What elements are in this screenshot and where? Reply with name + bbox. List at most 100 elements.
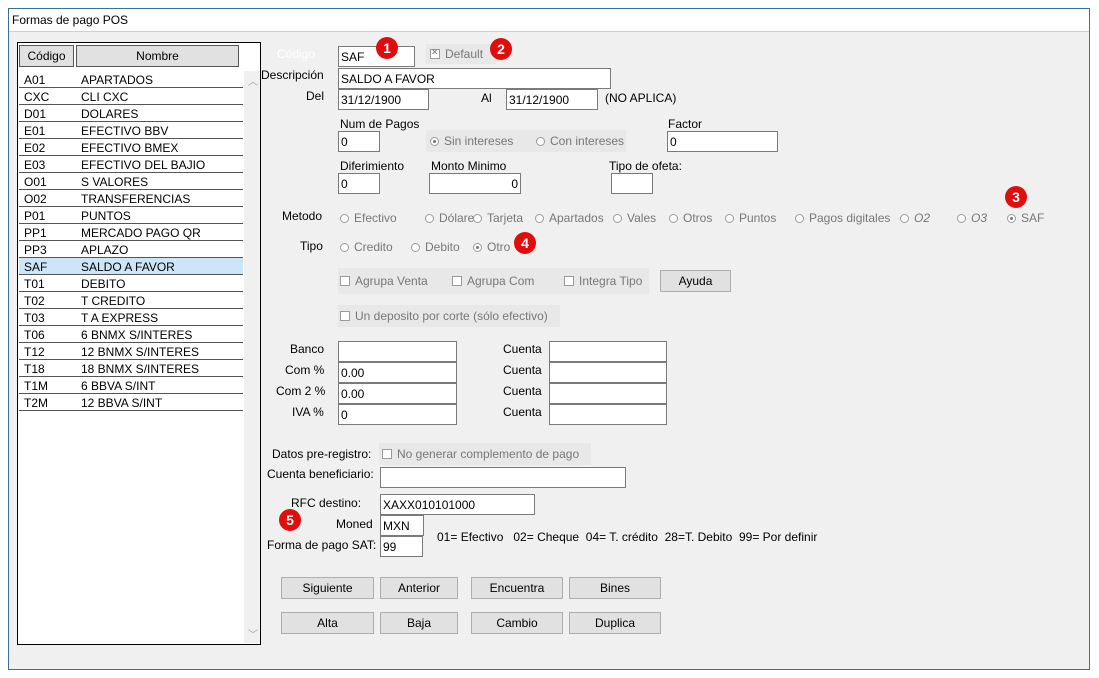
list-item-name: T CREDITO (81, 294, 146, 308)
callout-badge-4: 4 (514, 232, 536, 254)
list-item[interactable]: T01 DEBITO (19, 275, 243, 292)
list-item[interactable]: E03 EFECTIVO DEL BAJIO (19, 156, 243, 173)
radio-icon (1007, 214, 1016, 223)
list-item-code: CXC (24, 90, 50, 104)
no-aplica-text: (NO APLICA) (605, 91, 677, 105)
list-item-name: EFECTIVO BBV (81, 124, 169, 138)
tipo-radio-credito[interactable]: Credito (340, 240, 393, 254)
anterior-button[interactable]: Anterior (380, 577, 458, 599)
no-generar-checkbox[interactable]: No generar complemento de pago (382, 447, 579, 461)
com-pct-field[interactable]: 0.00 (338, 362, 457, 383)
sin-intereses-radio[interactable]: Sin intereses (430, 134, 513, 148)
list-item[interactable]: E01 EFECTIVO BBV (19, 122, 243, 139)
bines-button[interactable]: Bines (569, 577, 661, 599)
list-item[interactable]: PP1 MERCADO PAGO QR (19, 224, 243, 241)
alta-button[interactable]: Alta (281, 612, 374, 634)
payment-methods-list[interactable]: Código Nombre A01 APARTADOS CXC CLI CXC D01 D… (17, 42, 261, 645)
banco-field[interactable] (338, 341, 457, 362)
metodo-radio-o3[interactable]: O3 (957, 211, 987, 225)
list-item-code: E03 (24, 158, 46, 172)
tipo-oferta-field[interactable] (611, 173, 653, 194)
cuenta-label-3: Cuenta (503, 384, 542, 398)
metodo-radio-o2[interactable]: O2 (900, 211, 930, 225)
scroll-down-icon[interactable]: ﹀ (248, 626, 258, 641)
forma-pago-sat-field[interactable]: 99 (380, 536, 423, 557)
cuenta-field-3[interactable] (549, 383, 667, 404)
baja-button[interactable]: Baja (380, 612, 458, 634)
com2-pct-field[interactable]: 0.00 (338, 383, 457, 404)
iva-pct-field[interactable]: 0 (338, 404, 457, 425)
list-item[interactable]: A01 APARTADOS (19, 71, 243, 88)
rfc-destino-field[interactable]: XAXX010101000 (380, 494, 535, 515)
list-item[interactable]: T06 6 BNMX S/INTERES (19, 326, 243, 343)
metodo-radio-efectivo[interactable]: Efectivo (340, 211, 397, 225)
list-item-name: 12 BNMX S/INTERES (81, 345, 200, 359)
un-deposito-checkbox[interactable]: Un deposito por corte (sólo efectivo) (340, 309, 548, 323)
list-item[interactable]: T03 T A EXPRESS (19, 309, 243, 326)
column-header-nombre[interactable]: Nombre (76, 45, 239, 67)
cuenta-field-1[interactable] (549, 341, 667, 362)
factor-label: Factor (668, 117, 703, 131)
agrupa-com-checkbox[interactable]: Agrupa Com (452, 274, 534, 288)
column-header-codigo[interactable]: Código (19, 45, 74, 67)
list-item[interactable]: T2M 12 BBVA S/INT (19, 394, 243, 411)
radio-icon (340, 243, 349, 252)
moneda-field[interactable]: MXN (380, 515, 424, 536)
list-item[interactable]: P01 PUNTOS (19, 207, 243, 224)
del-label: Del (306, 89, 325, 103)
list-item-name: 6 BBVA S/INT (81, 379, 156, 393)
list-item[interactable]: T02 T CREDITO (19, 292, 243, 309)
checkbox-icon (452, 276, 462, 286)
list-item[interactable]: SAF SALDO A FAVOR (19, 258, 243, 275)
list-item[interactable]: O01 S VALORES (19, 173, 243, 190)
tipo-radio-debito[interactable]: Debito (411, 240, 460, 254)
list-item-name: CLI CXC (81, 90, 129, 104)
cambio-button[interactable]: Cambio (471, 612, 563, 634)
callout-badge-1: 1 (376, 37, 398, 59)
metodo-radio-vales[interactable]: Vales (613, 211, 656, 225)
list-item[interactable]: T1M 6 BBVA S/INT (19, 377, 243, 394)
list-item-code: O01 (24, 175, 47, 189)
list-item-code: PP1 (24, 226, 47, 240)
metodo-radio-otros[interactable]: Otros (669, 211, 712, 225)
cuenta-beneficiario-field[interactable] (380, 467, 626, 488)
diferimiento-field[interactable]: 0 (338, 173, 380, 194)
list-item[interactable]: E02 EFECTIVO BMEX (19, 139, 243, 156)
default-checkbox[interactable]: Default (430, 47, 483, 61)
cuenta-field-2[interactable] (549, 362, 667, 383)
tipo-radio-otro[interactable]: Otro (473, 240, 510, 254)
del-date-field[interactable]: 31/12/1900 (338, 89, 429, 110)
radio-icon (535, 214, 544, 223)
ayuda-button[interactable]: Ayuda (660, 270, 731, 292)
metodo-radio-tarjeta[interactable]: Tarjeta (473, 211, 523, 225)
metodo-radio-pagos-digitales[interactable]: Pagos digitales (795, 211, 890, 225)
list-item-name: EFECTIVO DEL BAJIO (81, 158, 206, 172)
siguiente-button[interactable]: Siguiente (281, 577, 374, 599)
list-item[interactable]: T12 12 BNMX S/INTERES (19, 343, 243, 360)
agrupa-venta-checkbox[interactable]: Agrupa Venta (340, 274, 428, 288)
list-item[interactable]: D01 DOLARES (19, 105, 243, 122)
duplica-button[interactable]: Duplica (569, 612, 661, 634)
cuenta-field-4[interactable] (549, 404, 667, 425)
list-item[interactable]: PP3 APLAZO (19, 241, 243, 258)
list-item[interactable]: CXC CLI CXC (19, 88, 243, 105)
monto-minimo-field[interactable]: 0 (429, 173, 521, 194)
metodo-radio-saf[interactable]: SAF (1007, 211, 1044, 225)
list-item[interactable]: O02 TRANSFERENCIAS (19, 190, 243, 207)
metodo-radio-puntos[interactable]: Puntos (725, 211, 776, 225)
encuentra-button[interactable]: Encuentra (471, 577, 563, 599)
list-item[interactable]: T18 18 BNMX S/INTERES (19, 360, 243, 377)
num-pagos-field[interactable]: 0 (338, 131, 380, 152)
iva-pct-label: IVA % (292, 405, 324, 419)
metodo-radio-apartados[interactable]: Apartados (535, 211, 604, 225)
descripcion-field[interactable]: SALDO A FAVOR (338, 68, 611, 89)
list-item-code: T03 (24, 311, 45, 325)
list-item-name: APLAZO (81, 243, 129, 257)
list-scrollbar[interactable]: ︿ ﹀ (244, 71, 260, 643)
scroll-up-icon[interactable]: ︿ (248, 73, 258, 88)
al-date-field[interactable]: 31/12/1900 (506, 89, 598, 110)
integra-tipo-checkbox[interactable]: Integra Tipo (564, 274, 642, 288)
con-intereses-radio[interactable]: Con intereses (536, 134, 624, 148)
list-item-name: T A EXPRESS (81, 311, 159, 325)
factor-field[interactable]: 0 (667, 131, 778, 152)
